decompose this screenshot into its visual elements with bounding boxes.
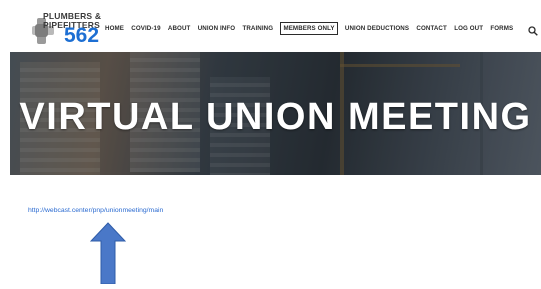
search-icon[interactable] [528, 23, 538, 36]
nav-item-members-only[interactable]: MEMBERS ONLY [280, 21, 338, 35]
site-header: PLUMBERS & PIPEFITTERS 562 HOME COVID-19… [0, 0, 541, 52]
main-nav: HOME COVID-19 ABOUT UNION INFO TRAINING … [105, 21, 521, 35]
site-logo[interactable]: PLUMBERS & PIPEFITTERS 562 [28, 6, 110, 48]
nav-item-contact[interactable]: CONTACT [416, 25, 447, 32]
page-title: VIRTUAL UNION MEETING [19, 96, 532, 138]
nav-item-training[interactable]: TRAINING [242, 25, 273, 32]
nav-item-union-deductions[interactable]: UNION DEDUCTIONS [345, 25, 409, 32]
nav-item-union-info[interactable]: UNION INFO [198, 25, 235, 32]
nav-item-forms[interactable]: FORMS [490, 25, 513, 32]
nav-item-log-out[interactable]: LOG OUT [454, 25, 483, 32]
hero-banner: VIRTUAL UNION MEETING [10, 52, 541, 175]
nav-item-covid-19[interactable]: COVID-19 [131, 25, 160, 32]
webcast-link[interactable]: http://webcast.center/pnp/unionmeeting/m… [28, 207, 163, 214]
nav-item-home[interactable]: HOME [105, 25, 124, 32]
nav-item-about[interactable]: ABOUT [168, 25, 191, 32]
logo-number: 562 [64, 24, 100, 47]
arrow-up-icon [89, 222, 127, 285]
